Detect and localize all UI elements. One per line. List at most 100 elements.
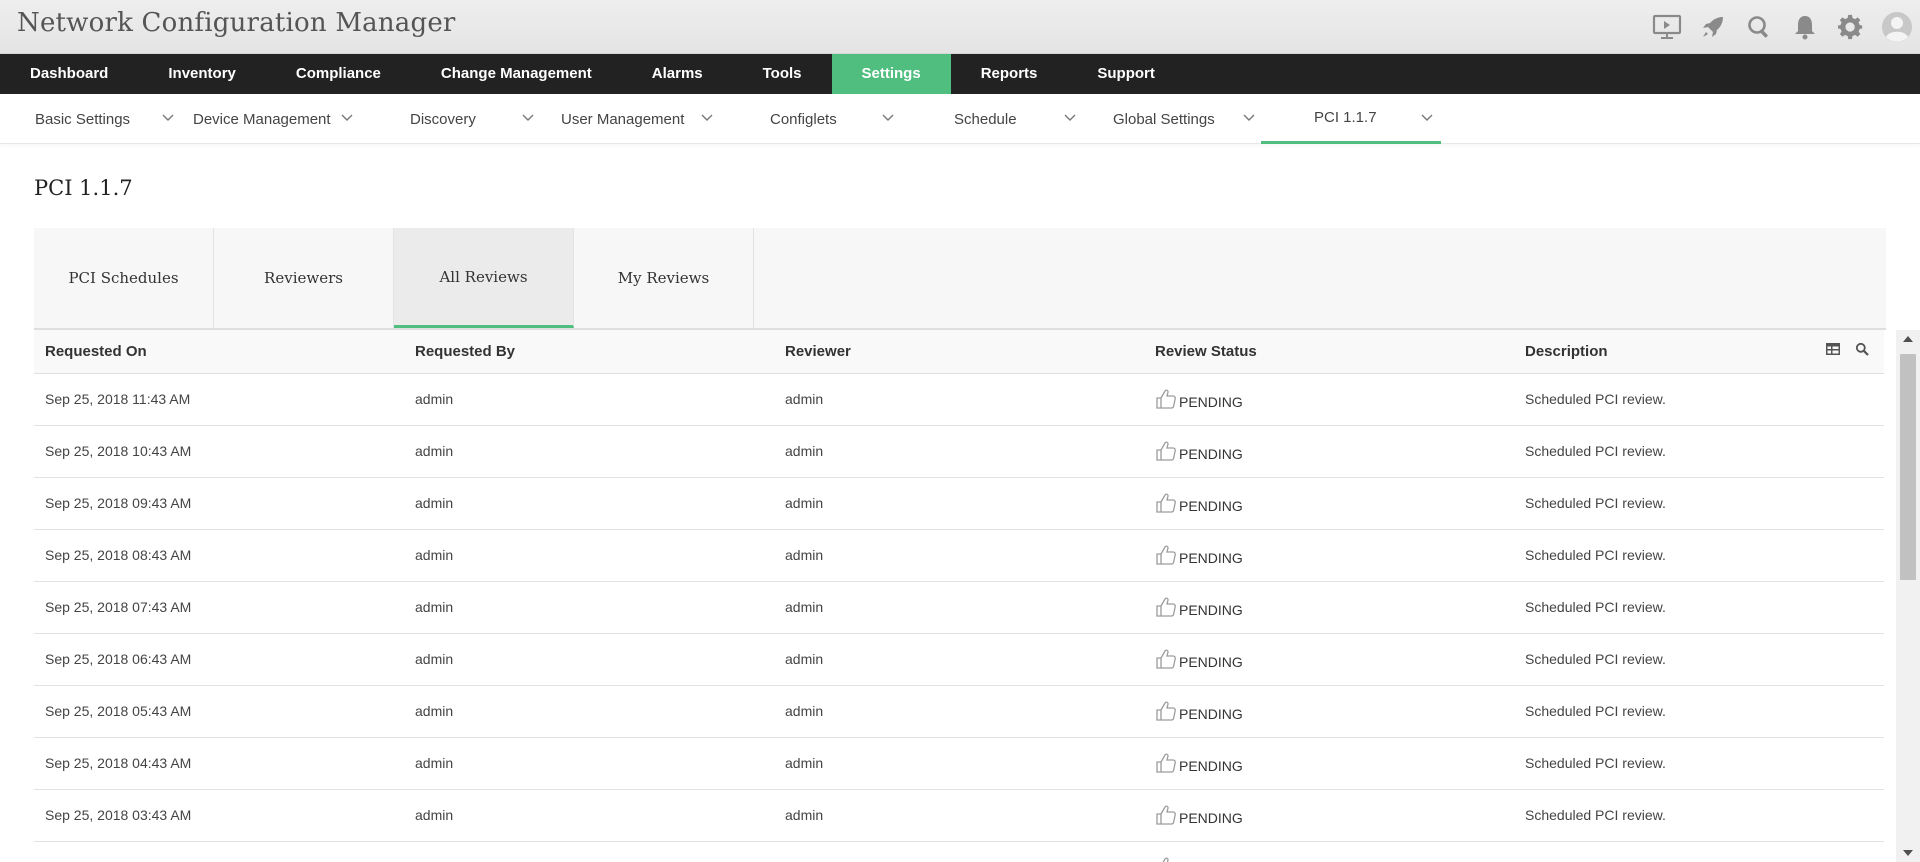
- rocket-icon[interactable]: [1690, 0, 1736, 54]
- status-wrapper: PENDING: [1155, 700, 1514, 722]
- thumbs-up-icon: [1162, 857, 1169, 862]
- subnav-label: PCI 1.1.7: [1314, 109, 1377, 126]
- nav-settings[interactable]: Settings: [831, 54, 951, 94]
- chevron-down-icon: [162, 114, 174, 121]
- tab-all-reviews[interactable]: All Reviews: [394, 228, 574, 328]
- cell-review-status: PENDING: [1144, 633, 1514, 686]
- subnav-label: Configlets: [770, 110, 837, 128]
- subnav-schedule[interactable]: Schedule: [954, 94, 1084, 144]
- thumbs-up-icon: [1156, 805, 1176, 825]
- chevron-down-icon: [882, 114, 894, 121]
- presentation-icon[interactable]: [1644, 0, 1690, 54]
- table-tools: [1825, 342, 1869, 356]
- search-icon[interactable]: [1736, 0, 1782, 54]
- table-row[interactable]: Sep 25, 2018 03:43 AM admin admin PENDING Sc…: [34, 789, 1884, 842]
- cell-review-status: PENDING: [1144, 373, 1514, 426]
- cell-reviewer: admin: [774, 529, 1144, 582]
- chevron-down-icon: [341, 114, 353, 121]
- nav-reports[interactable]: Reports: [951, 54, 1068, 94]
- table-row[interactable]: Sep 25, 2018 11:43 AM admin admin PENDING Sc…: [34, 373, 1884, 426]
- user-avatar-icon[interactable]: [1874, 0, 1920, 54]
- tab-pci-schedules[interactable]: PCI Schedules: [34, 228, 214, 328]
- cell-requested-by: admin: [404, 633, 774, 686]
- cell-requested-by: admin: [404, 529, 774, 582]
- table-row[interactable]: Sep 25, 2018 07:43 AM admin admin PENDING Sc…: [34, 581, 1884, 634]
- subnav-basic-settings[interactable]: Basic Settings: [35, 94, 185, 144]
- nav-inventory[interactable]: Inventory: [138, 54, 266, 94]
- cell-requested-on: Sep 25, 2018 07:43 AM: [34, 581, 404, 634]
- thumbs-up-icon: [1156, 597, 1176, 617]
- cell-description: Scheduled PCI review.: [1514, 373, 1884, 426]
- scrollbar-thumb[interactable]: [1900, 354, 1916, 580]
- nav-tools[interactable]: Tools: [733, 54, 832, 94]
- column-chooser-icon[interactable]: [1825, 342, 1841, 356]
- table-row[interactable]: Sep 25, 2018 04:43 AM admin admin PENDING Sc…: [34, 737, 1884, 790]
- cell-reviewer: admin: [774, 633, 1144, 686]
- cell-description: Scheduled PCI review.: [1514, 737, 1884, 790]
- cell-requested-on: Sep 25, 2018 06:43 AM: [34, 633, 404, 686]
- status-wrapper: PENDING: [1155, 804, 1514, 826]
- nav-support[interactable]: Support: [1067, 54, 1185, 94]
- bell-icon[interactable]: [1782, 0, 1828, 54]
- status-wrapper: PENDING: [1155, 492, 1514, 514]
- tab-my-reviews[interactable]: My Reviews: [574, 228, 754, 328]
- vertical-scrollbar[interactable]: [1896, 330, 1920, 862]
- chevron-down-icon: [522, 114, 534, 121]
- table-row[interactable]: Sep 25, 2018 08:43 AM admin admin PENDING Sc…: [34, 529, 1884, 582]
- nav-alarms[interactable]: Alarms: [622, 54, 733, 94]
- nav-compliance[interactable]: Compliance: [266, 54, 411, 94]
- col-reviewer[interactable]: Reviewer: [774, 330, 1144, 374]
- header-toolbar: [1644, 0, 1920, 54]
- table-row[interactable]: Sep 25, 2018 02:43 AMadminadminPENDINGSc…: [34, 841, 1884, 862]
- cell-requested-by: admin: [404, 789, 774, 842]
- subnav-discovery[interactable]: Discovery: [410, 94, 540, 144]
- status-wrapper: PENDING: [1155, 648, 1514, 670]
- cell-reviewer: admin: [774, 425, 1144, 478]
- subnav-label: User Management: [561, 110, 685, 128]
- gear-icon[interactable]: [1828, 0, 1874, 54]
- subnav-global-settings[interactable]: Global Settings: [1113, 94, 1263, 144]
- status-text: PENDING: [1179, 498, 1243, 514]
- nav-dashboard[interactable]: Dashboard: [0, 54, 138, 94]
- status-text: PENDING: [1179, 706, 1243, 722]
- cell-reviewer: admin: [774, 841, 1144, 862]
- subnav-pci-117[interactable]: PCI 1.1.7: [1261, 94, 1441, 144]
- cell-requested-on: Sep 25, 2018 02:43 AM: [34, 841, 404, 862]
- table-header: Requested On Requested By Reviewer Revie…: [34, 330, 1884, 374]
- review-tabs: PCI Schedules Reviewers All Reviews My R…: [34, 228, 1886, 330]
- nav-change-management[interactable]: Change Management: [411, 54, 622, 94]
- tab-reviewers[interactable]: Reviewers: [214, 228, 394, 328]
- chevron-down-icon: [1064, 114, 1076, 121]
- status-wrapper: PENDING: [1155, 856, 1514, 862]
- thumbs-up-icon: [1156, 701, 1176, 721]
- page-title: PCI 1.1.7: [34, 176, 133, 200]
- table-row[interactable]: Sep 25, 2018 09:43 AM admin admin PENDING Sc…: [34, 477, 1884, 530]
- subnav-device-management[interactable]: Device Management: [193, 94, 373, 144]
- cell-requested-by: admin: [404, 685, 774, 738]
- table-row[interactable]: Sep 25, 2018 10:43 AM admin admin PENDING Sc…: [34, 425, 1884, 478]
- cell-review-status: PENDING: [1144, 737, 1514, 790]
- scroll-down-arrow-icon[interactable]: [1896, 846, 1920, 860]
- cell-description: Scheduled PCI review.: [1514, 529, 1884, 582]
- col-requested-on[interactable]: Requested On: [34, 330, 404, 374]
- table-row[interactable]: Sep 25, 2018 05:43 AM admin admin PENDING Sc…: [34, 685, 1884, 738]
- subnav-user-management[interactable]: User Management: [561, 94, 721, 144]
- cell-reviewer: admin: [774, 737, 1144, 790]
- col-review-status[interactable]: Review Status: [1144, 330, 1514, 374]
- app-title: Network Configuration Manager: [17, 8, 456, 38]
- cell-reviewer: admin: [774, 789, 1144, 842]
- cell-requested-on: Sep 25, 2018 03:43 AM: [34, 789, 404, 842]
- cell-requested-by: admin: [404, 477, 774, 530]
- status-text: PENDING: [1179, 446, 1243, 462]
- table-row[interactable]: Sep 25, 2018 06:43 AM admin admin PENDING Sc…: [34, 633, 1884, 686]
- status-text: PENDING: [1179, 550, 1243, 566]
- scroll-up-arrow-icon[interactable]: [1896, 332, 1920, 346]
- table-search-icon[interactable]: [1855, 342, 1869, 356]
- cell-reviewer: admin: [774, 581, 1144, 634]
- cell-review-status: PENDING: [1144, 529, 1514, 582]
- title-bar: Network Configuration Manager: [0, 0, 1920, 54]
- cell-review-status: PENDING: [1144, 425, 1514, 478]
- col-requested-by[interactable]: Requested By: [404, 330, 774, 374]
- subnav-configlets[interactable]: Configlets: [770, 94, 900, 144]
- thumbs-up-icon: [1156, 493, 1176, 513]
